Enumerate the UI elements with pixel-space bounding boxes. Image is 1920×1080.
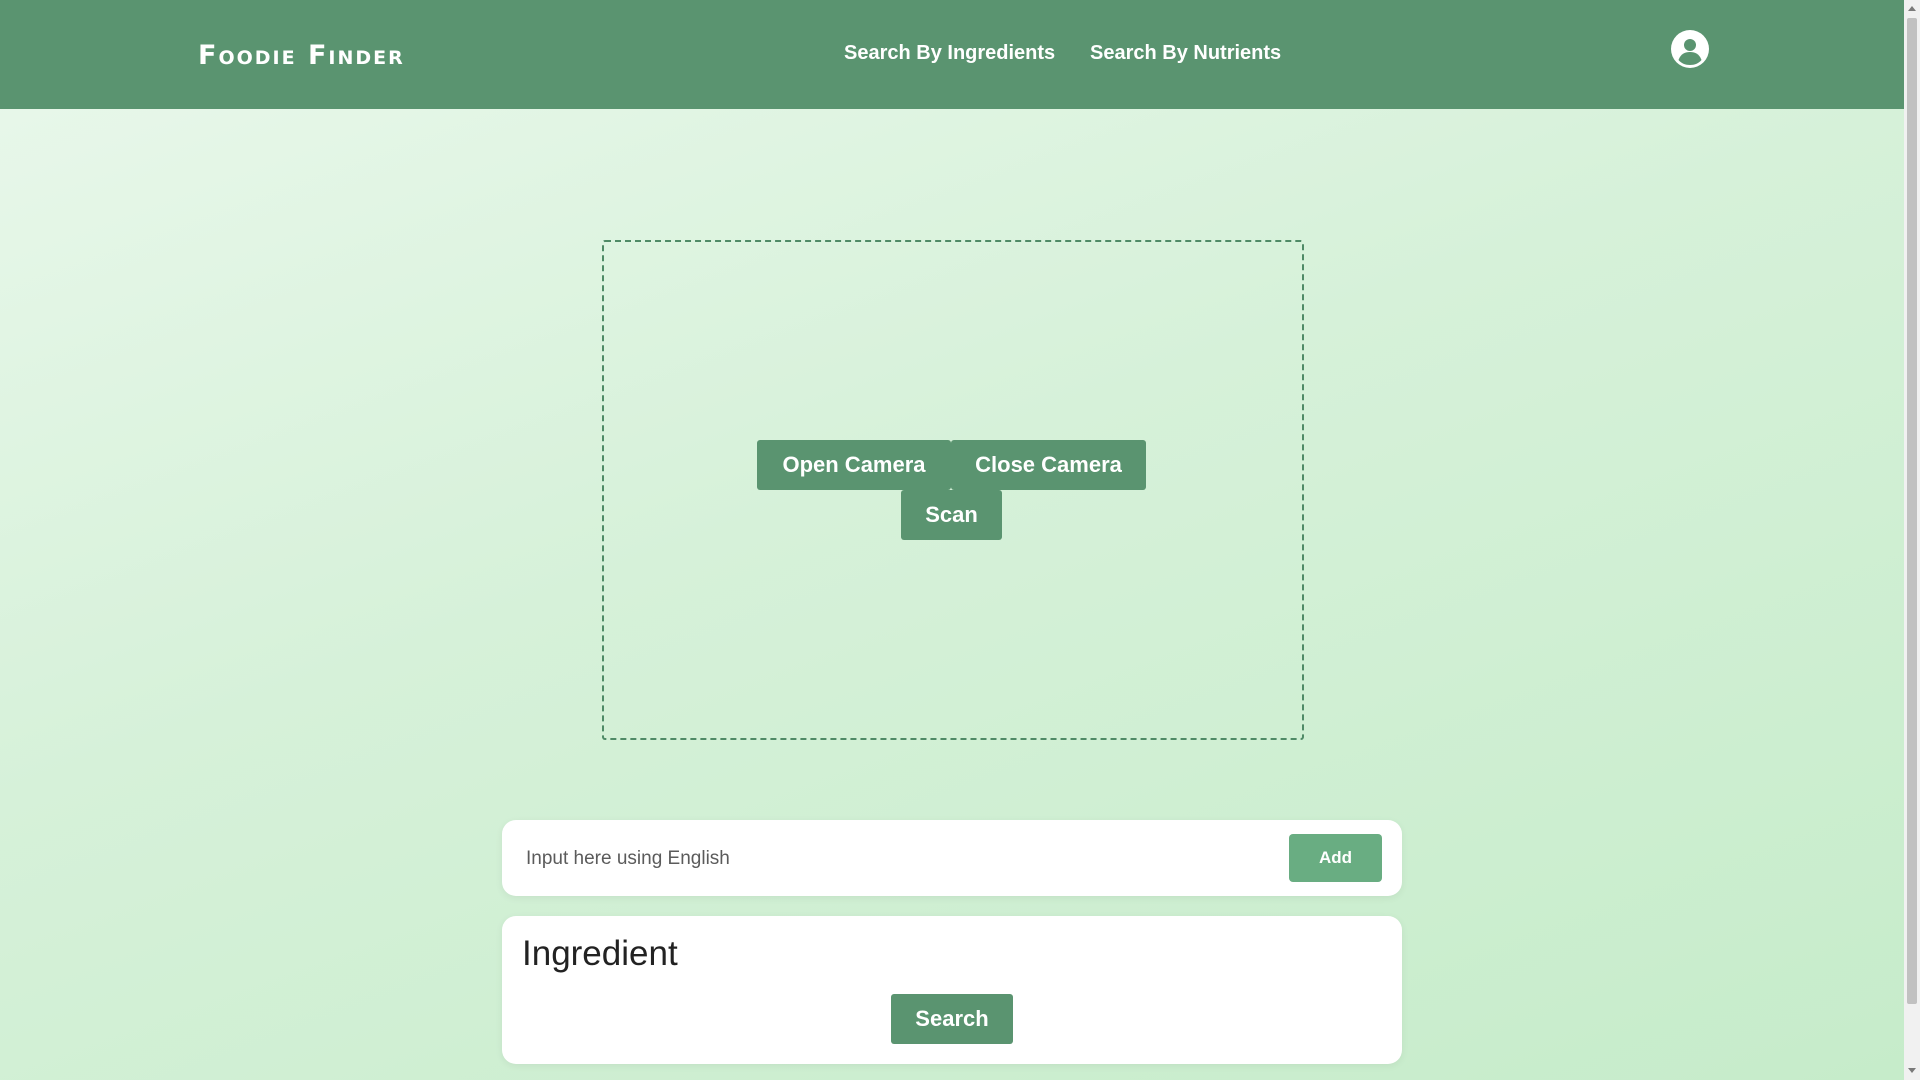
scan-button[interactable]: Scan — [901, 490, 1002, 540]
close-camera-button[interactable]: Close Camera — [951, 440, 1146, 490]
top-nav-bar: Foodie Finder Search By Ingredients Sear… — [0, 0, 1904, 109]
ingredient-input-card: Add — [502, 820, 1402, 896]
add-button[interactable]: Add — [1289, 834, 1382, 882]
search-button[interactable]: Search — [891, 994, 1013, 1044]
ingredient-input[interactable] — [524, 838, 1228, 880]
nav-search-by-nutrients[interactable]: Search By Nutrients — [1090, 42, 1281, 65]
scroll-down-arrow-icon[interactable] — [1908, 1068, 1916, 1073]
ingredient-heading: Ingredient — [522, 934, 678, 973]
user-avatar-button[interactable] — [1671, 30, 1709, 68]
user-circle-icon — [1671, 30, 1709, 68]
open-camera-button[interactable]: Open Camera — [757, 440, 951, 490]
scrollbar-thumb[interactable] — [1907, 18, 1917, 1004]
ingredient-list-card: Ingredient Search — [502, 916, 1402, 1064]
nav-search-by-ingredients[interactable]: Search By Ingredients — [844, 42, 1055, 65]
scroll-up-arrow-icon[interactable] — [1908, 6, 1916, 11]
app-logo[interactable]: Foodie Finder — [198, 40, 405, 71]
page-scrollbar[interactable] — [1904, 0, 1920, 1080]
